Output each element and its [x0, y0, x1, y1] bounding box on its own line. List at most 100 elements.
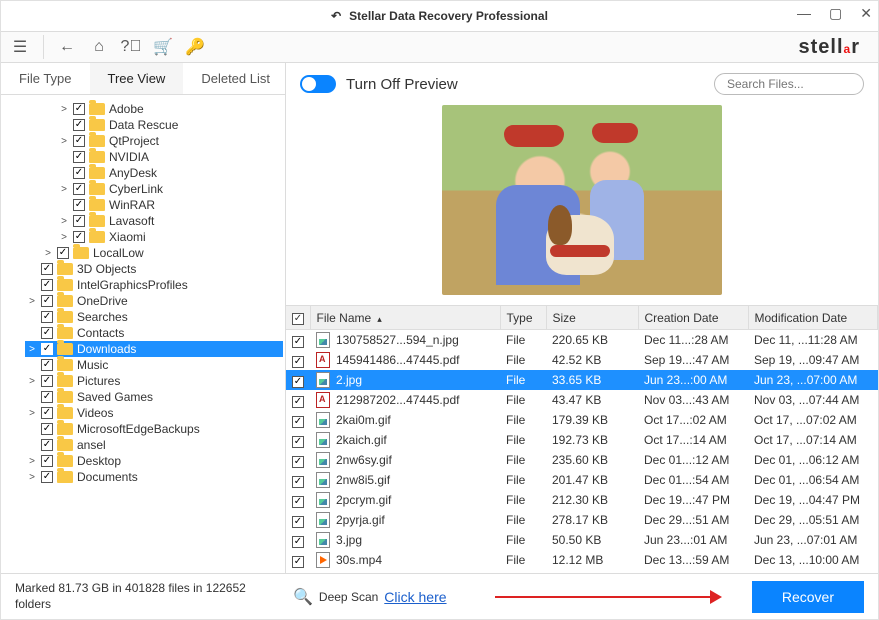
tree-node[interactable]: >Adobe — [57, 101, 283, 117]
row-checkbox[interactable] — [292, 496, 304, 508]
table-row[interactable]: 2.jpgFile33.65 KBJun 23...:00 AMJun 23, … — [286, 370, 878, 390]
checkbox[interactable] — [73, 167, 85, 179]
checkbox[interactable] — [41, 263, 53, 275]
search-input[interactable] — [725, 76, 879, 92]
row-checkbox[interactable] — [292, 376, 304, 388]
row-checkbox[interactable] — [292, 476, 304, 488]
table-row[interactable]: 30s.mp4File12.12 MBDec 13...:59 AMDec 13… — [286, 550, 878, 570]
col-size[interactable]: Size — [546, 306, 638, 330]
checkbox[interactable] — [73, 151, 85, 163]
checkbox[interactable] — [73, 231, 85, 243]
tree-node[interactable]: WinRAR — [57, 197, 283, 213]
key-icon[interactable]: 🔑 — [184, 37, 206, 57]
chevron-icon[interactable]: > — [27, 408, 37, 419]
checkbox[interactable] — [73, 183, 85, 195]
tree-node[interactable]: >OneDrive — [25, 293, 283, 309]
checkbox[interactable] — [73, 135, 85, 147]
tree-node[interactable]: >Pictures — [25, 373, 283, 389]
close-button[interactable]: ✕ — [860, 5, 872, 22]
table-row[interactable]: 2kaich.gifFile192.73 KBOct 17...:14 AMOc… — [286, 430, 878, 450]
tab-file-type[interactable]: File Type — [1, 63, 90, 94]
table-row[interactable]: 130758527...594_n.jpgFile220.65 KBDec 11… — [286, 330, 878, 351]
checkbox[interactable] — [41, 439, 53, 451]
chevron-icon[interactable]: > — [27, 344, 37, 355]
checkbox[interactable] — [41, 471, 53, 483]
table-row[interactable]: 3.jpgFile50.50 KBJun 23...:01 AMJun 23, … — [286, 530, 878, 550]
deep-scan-link[interactable]: Click here — [384, 589, 446, 605]
chevron-icon[interactable]: > — [27, 456, 37, 467]
tree-node[interactable]: MicrosoftEdgeBackups — [25, 421, 283, 437]
chevron-icon[interactable]: > — [59, 136, 69, 147]
chevron-icon[interactable]: > — [27, 472, 37, 483]
back-icon[interactable]: ← — [56, 38, 78, 56]
col-cdate[interactable]: Creation Date — [638, 306, 748, 330]
tree-node[interactable]: AnyDesk — [57, 165, 283, 181]
checkbox[interactable] — [57, 247, 69, 259]
row-checkbox[interactable] — [292, 436, 304, 448]
checkbox[interactable] — [73, 199, 85, 211]
col-filename[interactable]: File Name▴ — [310, 306, 500, 330]
tree-node[interactable]: >CyberLink — [57, 181, 283, 197]
chevron-icon[interactable]: > — [59, 104, 69, 115]
row-checkbox[interactable] — [292, 516, 304, 528]
col-type[interactable]: Type — [500, 306, 546, 330]
checkbox[interactable] — [41, 327, 53, 339]
folder-tree[interactable]: >AdobeData Rescue>QtProjectNVIDIAAnyDesk… — [1, 95, 285, 573]
checkbox[interactable] — [41, 359, 53, 371]
file-list[interactable]: File Name▴ Type Size Creation Date Modif… — [286, 305, 878, 573]
row-checkbox[interactable] — [292, 336, 304, 348]
checkbox[interactable] — [41, 311, 53, 323]
tree-node[interactable]: IntelGraphicsProfiles — [25, 277, 283, 293]
checkbox[interactable] — [41, 423, 53, 435]
tree-node[interactable]: >Desktop — [25, 453, 283, 469]
table-row[interactable]: 2pyrja.gifFile278.17 KBDec 29...:51 AMDe… — [286, 510, 878, 530]
row-checkbox[interactable] — [292, 416, 304, 428]
table-row[interactable]: 2nw6sy.gifFile235.60 KBDec 01...:12 AMDe… — [286, 450, 878, 470]
tree-node[interactable]: Contacts — [25, 325, 283, 341]
checkbox[interactable] — [41, 279, 53, 291]
checkbox[interactable] — [41, 407, 53, 419]
table-row[interactable]: 2nw8i5.gifFile201.47 KBDec 01...:54 AMDe… — [286, 470, 878, 490]
header-checkbox[interactable] — [286, 306, 310, 330]
row-checkbox[interactable] — [292, 556, 304, 568]
chevron-icon[interactable]: > — [59, 184, 69, 195]
checkbox[interactable] — [41, 375, 53, 387]
row-checkbox[interactable] — [292, 456, 304, 468]
row-checkbox[interactable] — [292, 396, 304, 408]
search-box[interactable]: 🔍 — [714, 73, 864, 95]
tree-node[interactable]: >QtProject — [57, 133, 283, 149]
tree-node[interactable]: >Lavasoft — [57, 213, 283, 229]
chevron-icon[interactable]: > — [59, 232, 69, 243]
tab-tree-view[interactable]: Tree View — [90, 63, 184, 94]
chevron-icon[interactable]: > — [27, 296, 37, 307]
checkbox[interactable] — [41, 343, 53, 355]
tree-node[interactable]: >LocalLow — [41, 245, 283, 261]
cart-icon[interactable]: 🛒 — [152, 37, 174, 57]
chevron-icon[interactable]: > — [59, 216, 69, 227]
checkbox[interactable] — [41, 391, 53, 403]
table-row[interactable]: 2pcrym.gifFile212.30 KBDec 19...:47 PMDe… — [286, 490, 878, 510]
checkbox[interactable] — [41, 295, 53, 307]
maximize-button[interactable]: ▢ — [829, 5, 842, 22]
chevron-icon[interactable]: > — [43, 248, 53, 259]
tree-node[interactable]: ansel — [25, 437, 283, 453]
help-icon[interactable]: ?⃝ — [120, 38, 142, 56]
tab-deleted-list[interactable]: Deleted List — [183, 63, 288, 94]
home-icon[interactable]: ⌂ — [88, 38, 110, 56]
table-row[interactable]: 145941486...47445.pdfFile42.52 KBSep 19.… — [286, 350, 878, 370]
tree-node[interactable]: 3D Objects — [25, 261, 283, 277]
tree-node[interactable]: Music — [25, 357, 283, 373]
minimize-button[interactable]: — — [797, 5, 811, 22]
checkbox[interactable] — [73, 103, 85, 115]
tree-node[interactable]: >Downloads — [25, 341, 283, 357]
checkbox[interactable] — [73, 215, 85, 227]
table-row[interactable]: 2kai0m.gifFile179.39 KBOct 17...:02 AMOc… — [286, 410, 878, 430]
menu-icon[interactable]: ☰ — [9, 37, 31, 57]
tree-node[interactable]: >Documents — [25, 469, 283, 485]
preview-toggle[interactable] — [300, 75, 336, 93]
chevron-icon[interactable]: > — [27, 376, 37, 387]
row-checkbox[interactable] — [292, 356, 304, 368]
row-checkbox[interactable] — [292, 536, 304, 548]
checkbox[interactable] — [73, 119, 85, 131]
col-mdate[interactable]: Modification Date — [748, 306, 878, 330]
